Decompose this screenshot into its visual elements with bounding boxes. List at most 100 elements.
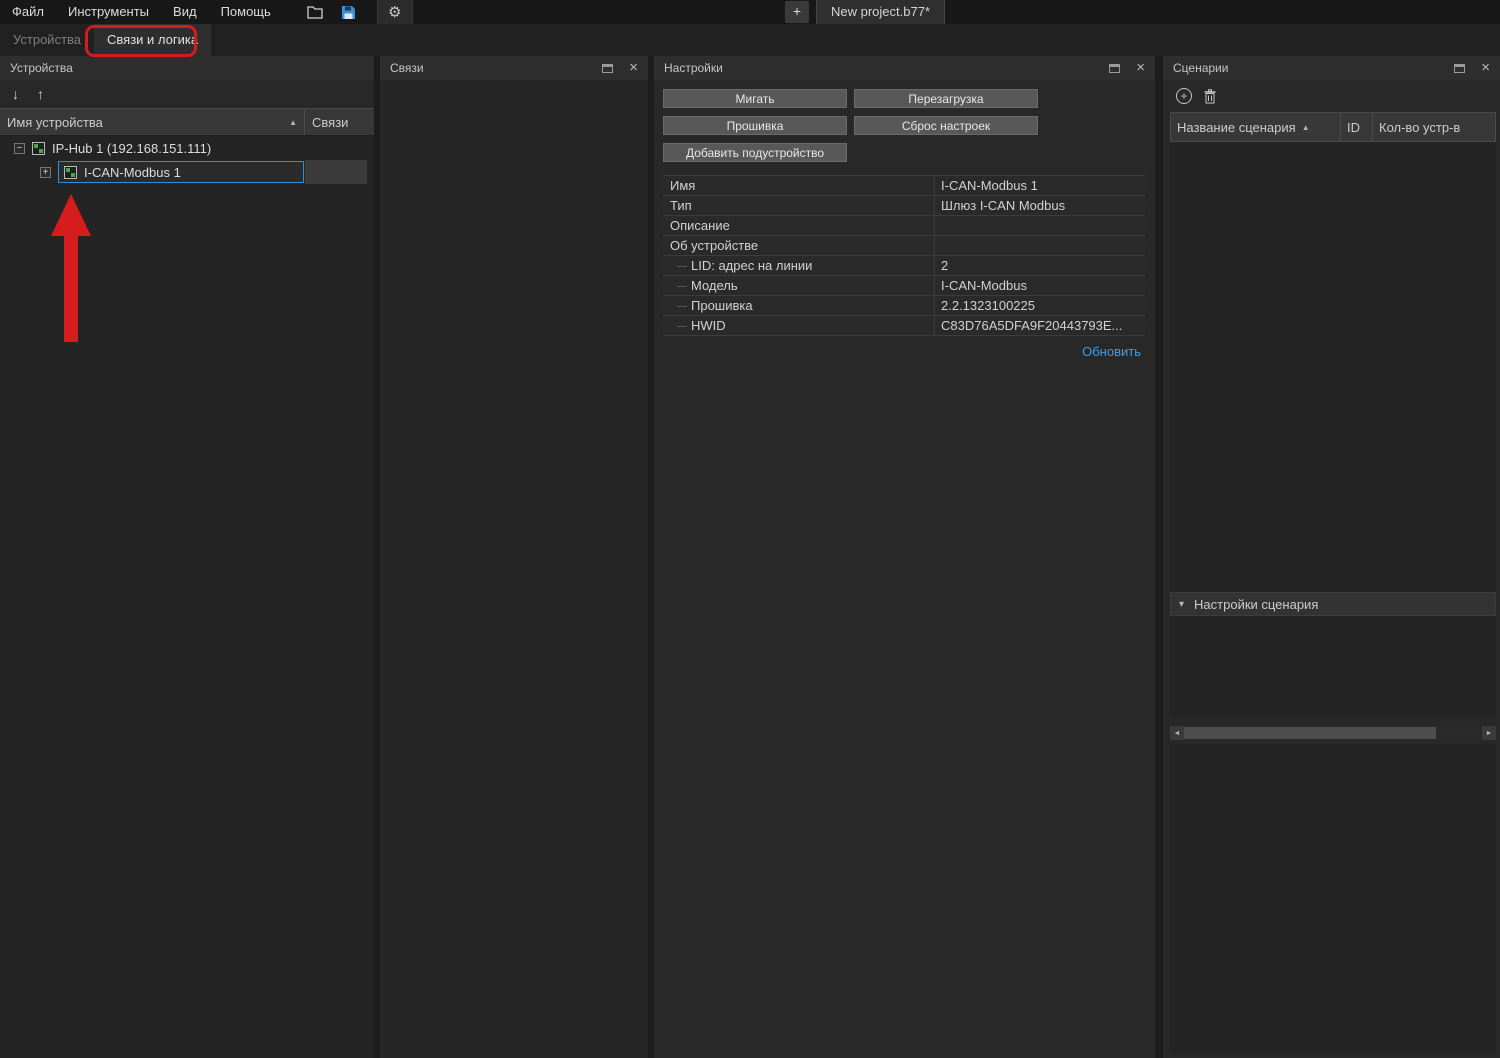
property-label: LID: адрес на линии — [663, 256, 935, 275]
property-value[interactable]: I-CAN-Modbus 1 — [935, 176, 1145, 195]
sort-ascending-icon: ▲ — [1302, 123, 1310, 132]
tree-row-ip-hub[interactable]: − IP-Hub 1 (192.168.151.111) — [0, 136, 374, 160]
column-header-links-label: Связи — [312, 115, 348, 130]
menubar: Файл Инструменты Вид Помощь ⚙ + New proj… — [0, 0, 1500, 24]
tab-devices[interactable]: Устройства — [0, 24, 94, 56]
column-header-scenario-name[interactable]: Название сценария ▲ — [1171, 113, 1341, 141]
open-folder-icon[interactable] — [301, 1, 329, 23]
column-header-device-count-label: Кол-во устр-в — [1379, 120, 1460, 135]
float-panel-icon[interactable] — [1109, 64, 1120, 73]
property-value: 2.2.1323100225 — [935, 296, 1145, 315]
expand-expander-icon[interactable]: + — [40, 167, 51, 178]
links-cell[interactable] — [305, 136, 367, 160]
scenarios-toolbar: + — [1163, 80, 1500, 112]
close-icon[interactable]: × — [1136, 61, 1145, 75]
devices-panel-header: Устройства — [0, 56, 374, 80]
move-down-icon[interactable]: ↓ — [12, 86, 19, 102]
column-header-device-count[interactable]: Кол-во устр-в — [1373, 113, 1495, 141]
settings-panel-title: Настройки — [664, 61, 1109, 75]
property-label: Имя — [663, 176, 935, 195]
add-subdevice-button[interactable]: Добавить подустройство — [663, 143, 847, 162]
property-label: Модель — [663, 276, 935, 295]
property-row-about-device: Об устройстве — [663, 236, 1145, 256]
scenarios-list — [1170, 142, 1496, 592]
panel-splitter[interactable] — [1155, 56, 1163, 1058]
property-row-description: Описание — [663, 216, 1145, 236]
scroll-left-icon[interactable]: ◄ — [1170, 726, 1184, 740]
column-header-id[interactable]: ID — [1341, 113, 1373, 141]
device-icon — [32, 142, 45, 155]
device-property-grid: Имя I-CAN-Modbus 1 Тип Шлюз I-CAN Modbus… — [663, 175, 1145, 336]
close-icon[interactable]: × — [1481, 61, 1490, 75]
move-up-icon[interactable]: ↑ — [37, 86, 44, 102]
collapse-expander-icon[interactable]: − — [14, 143, 25, 154]
links-panel-content — [380, 80, 648, 1058]
links-cell-selected[interactable] — [305, 160, 367, 184]
scenarios-table-header: Название сценария ▲ ID Кол-во устр-в — [1170, 112, 1496, 142]
devices-panel: Устройства ↓ ↑ Имя устройства ▲ Связи − … — [0, 56, 374, 1058]
devices-toolbar: ↓ ↑ — [0, 80, 374, 108]
selected-tree-item[interactable]: I-CAN-Modbus 1 — [58, 161, 304, 183]
property-row-model: Модель I-CAN-Modbus — [663, 276, 1145, 296]
property-row-type: Тип Шлюз I-CAN Modbus — [663, 196, 1145, 216]
tree-item-label: I-CAN-Modbus 1 — [84, 165, 181, 180]
settings-panel: Настройки × Мигать Перезагрузка Прошивка… — [654, 56, 1155, 1058]
menu-file[interactable]: Файл — [0, 0, 56, 24]
menu-help[interactable]: Помощь — [209, 0, 283, 24]
float-panel-icon[interactable] — [1454, 64, 1465, 73]
save-icon[interactable] — [335, 1, 363, 23]
close-icon[interactable]: × — [629, 61, 638, 75]
property-label: Описание — [663, 216, 935, 235]
menu-tools[interactable]: Инструменты — [56, 0, 161, 24]
horizontal-scrollbar[interactable]: ◄ ► — [1170, 726, 1496, 740]
delete-scenario-trash-icon[interactable] — [1204, 89, 1216, 104]
property-label: Тип — [663, 196, 935, 215]
property-row-firmware: Прошивка 2.2.1323100225 — [663, 296, 1145, 316]
menu-view[interactable]: Вид — [161, 0, 209, 24]
property-value: C83D76A5DFA9F20443793E... — [935, 316, 1145, 335]
tree-item-label: IP-Hub 1 (192.168.151.111) — [52, 141, 211, 156]
property-row-lid: LID: адрес на линии 2 — [663, 256, 1145, 276]
tab-links-logic[interactable]: Связи и логика — [94, 24, 211, 56]
view-tabs: Устройства Связи и логика — [0, 24, 1500, 56]
property-value[interactable] — [935, 216, 1145, 235]
scenario-settings-content — [1170, 616, 1496, 718]
column-header-device-name-label: Имя устройства — [7, 115, 103, 130]
device-action-buttons: Мигать Перезагрузка Прошивка Сброс настр… — [654, 80, 1155, 162]
property-row-hwid: HWID C83D76A5DFA9F20443793E... — [663, 316, 1145, 336]
new-project-tab-button[interactable]: + — [785, 1, 809, 23]
chevron-down-icon: ▾ — [1179, 599, 1184, 610]
firmware-button[interactable]: Прошивка — [663, 116, 847, 135]
float-panel-icon[interactable] — [602, 64, 613, 73]
scenarios-panel-header: Сценарии × — [1163, 56, 1500, 80]
column-header-device-name[interactable]: Имя устройства ▲ — [0, 109, 305, 135]
devices-table-header: Имя устройства ▲ Связи — [0, 108, 374, 136]
reboot-button[interactable]: Перезагрузка — [854, 89, 1038, 108]
section-scenario-settings[interactable]: ▾ Настройки сценария — [1170, 592, 1496, 616]
links-panel-title: Связи — [390, 61, 602, 75]
sort-ascending-icon: ▲ — [289, 118, 297, 127]
scenarios-panel: Сценарии × + Название сценария ▲ ID Кол-… — [1163, 56, 1500, 1058]
reset-settings-button[interactable]: Сброс настроек — [854, 116, 1038, 135]
property-value: I-CAN-Modbus — [935, 276, 1145, 295]
property-label: Прошивка — [663, 296, 935, 315]
settings-gear-icon[interactable]: ⚙ — [377, 0, 413, 24]
property-value[interactable]: Шлюз I-CAN Modbus — [935, 196, 1145, 215]
scroll-right-icon[interactable]: ► — [1482, 726, 1496, 740]
update-link[interactable]: Обновить — [1082, 344, 1141, 359]
links-panel-header: Связи × — [380, 56, 648, 80]
devices-tree: − IP-Hub 1 (192.168.151.111) + — [0, 136, 374, 1058]
tree-row-i-can-modbus[interactable]: + I-CAN-Modbus 1 — [0, 160, 374, 184]
section-scenario-settings-label: Настройки сценария — [1194, 597, 1318, 612]
settings-panel-header: Настройки × — [654, 56, 1155, 80]
property-row-name: Имя I-CAN-Modbus 1 — [663, 176, 1145, 196]
scrollbar-thumb[interactable] — [1184, 727, 1436, 739]
device-icon — [64, 166, 77, 179]
project-tab[interactable]: New project.b77* — [816, 0, 945, 24]
add-scenario-icon[interactable]: + — [1176, 88, 1192, 104]
column-header-links[interactable]: Связи — [305, 109, 374, 135]
blink-button[interactable]: Мигать — [663, 89, 847, 108]
column-header-scenario-name-label: Название сценария — [1177, 120, 1296, 135]
property-label: Об устройстве — [663, 236, 935, 255]
property-value[interactable]: 2 — [935, 256, 1145, 275]
